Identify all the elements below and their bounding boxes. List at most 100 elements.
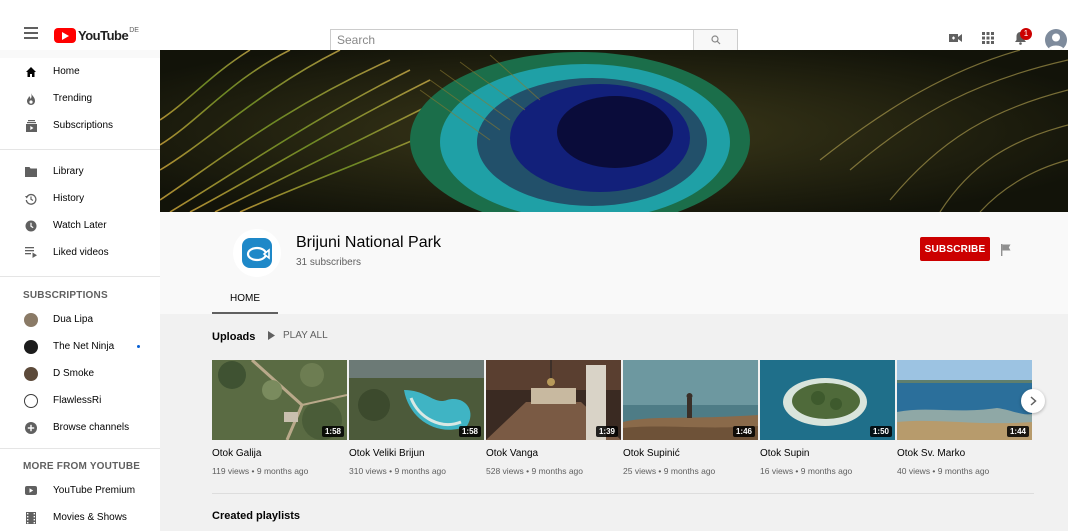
video-duration: 1:58 <box>458 426 481 437</box>
sidebar-item-trending[interactable]: Trending <box>0 85 160 112</box>
video-card[interactable]: 1:58 Otok Galija 119 views • 9 months ag… <box>212 360 347 476</box>
video-card[interactable]: 1:44 Otok Sv. Marko 40 views • 9 months … <box>897 360 1032 476</box>
video-title[interactable]: Otok Sv. Marko <box>897 448 1032 459</box>
subscriber-count: 31 subscribers <box>296 257 362 268</box>
created-playlists-heading[interactable]: Created playlists <box>212 510 300 522</box>
sidebar-item-liked-videos[interactable]: Liked videos <box>0 239 160 266</box>
chevron-right-icon <box>1030 396 1037 406</box>
video-thumbnail[interactable]: 1:44 <box>897 360 1032 440</box>
new-content-dot <box>137 345 140 348</box>
video-card[interactable]: 1:39 Otok Vanga 528 views • 9 months ago <box>486 360 621 476</box>
video-card[interactable]: 1:46 Otok Supinić 25 views • 9 months ag… <box>623 360 758 476</box>
sidebar-item-label: Watch Later <box>53 220 107 231</box>
video-duration: 1:39 <box>595 426 618 437</box>
sidebar-item-label: FlawlessRi <box>53 395 102 406</box>
play-all-button[interactable]: PLAY ALL <box>268 330 328 341</box>
film-icon <box>24 511 38 525</box>
video-title[interactable]: Otok Veliki Brijun <box>349 448 484 459</box>
video-thumbnail[interactable]: 1:58 <box>349 360 484 440</box>
video-duration: 1:46 <box>732 426 755 437</box>
notification-badge: 1 <box>1020 28 1032 40</box>
video-meta: 40 views • 9 months ago <box>897 466 990 476</box>
video-title[interactable]: Otok Supin <box>760 448 895 459</box>
avatar <box>24 312 38 327</box>
sidebar-item-label: Liked videos <box>53 247 109 258</box>
search-button[interactable] <box>693 30 737 50</box>
video-duration: 1:50 <box>869 426 892 437</box>
avatar <box>24 393 38 408</box>
sidebar-divider <box>0 448 160 449</box>
sidebar: Home Trending Subscriptions Library Hist… <box>0 58 160 531</box>
logo-region: DE <box>129 27 139 34</box>
sidebar-item-label: History <box>53 193 85 204</box>
sidebar-item-label: Home <box>53 66 80 77</box>
sidebar-item-youtube-premium[interactable]: YouTube Premium <box>0 477 160 504</box>
search-input[interactable] <box>331 30 693 50</box>
section-divider <box>212 493 1034 494</box>
youtube-logo[interactable]: YouTube DE <box>54 25 139 45</box>
avatar <box>24 366 38 381</box>
sidebar-item-label: YouTube Premium <box>53 485 136 496</box>
home-icon <box>24 65 38 79</box>
add-circle-icon <box>24 421 38 435</box>
sidebar-item-movies-shows[interactable]: Movies & Shows <box>0 504 160 531</box>
youtube-premium-icon <box>24 484 38 498</box>
video-meta: 25 views • 9 months ago <box>623 466 716 476</box>
search-icon <box>710 35 720 45</box>
video-meta: 16 views • 9 months ago <box>760 466 853 476</box>
channel-content: Uploads PLAY ALL 1:58 Otok Galija 119 vi… <box>160 314 1068 531</box>
folder-icon <box>24 165 38 179</box>
sidebar-item-watch-later[interactable]: Watch Later <box>0 212 160 239</box>
flag-icon[interactable] <box>1000 243 1012 256</box>
video-meta: 310 views • 9 months ago <box>349 466 447 476</box>
fire-icon <box>24 92 38 106</box>
video-meta: 119 views • 9 months ago <box>212 466 309 476</box>
video-card[interactable]: 1:50 Otok Supin 16 views • 9 months ago <box>760 360 895 476</box>
video-card[interactable]: 1:58 Otok Veliki Brijun 310 views • 9 mo… <box>349 360 484 476</box>
channel-avatar[interactable] <box>233 229 281 277</box>
sidebar-item-label: Dua Lipa <box>53 314 94 325</box>
history-icon <box>24 192 38 206</box>
sidebar-subscription-the-net-ninja[interactable]: The Net Ninja <box>0 333 160 360</box>
video-thumbnail[interactable]: 1:50 <box>760 360 895 440</box>
play-icon <box>268 331 275 340</box>
sidebar-item-label: Subscriptions <box>53 120 114 131</box>
video-title[interactable]: Otok Supinić <box>623 448 758 459</box>
sidebar-item-label: Library <box>53 166 84 177</box>
sidebar-item-history[interactable]: History <box>0 185 160 212</box>
create-video-icon[interactable] <box>948 30 964 46</box>
video-thumbnail[interactable]: 1:39 <box>486 360 621 440</box>
video-meta: 528 views • 9 months ago <box>486 466 584 476</box>
account-avatar[interactable] <box>1045 29 1067 51</box>
play-all-label: PLAY ALL <box>283 330 328 341</box>
channel-header: Brijuni National Park 31 subscribers SUB… <box>160 212 1068 314</box>
video-thumbnail[interactable]: 1:46 <box>623 360 758 440</box>
sidebar-subscription-dua-lipa[interactable]: Dua Lipa <box>0 306 160 333</box>
carousel-next-button[interactable] <box>1021 389 1045 413</box>
subscribe-button[interactable]: SUBSCRIBE <box>920 237 990 261</box>
video-title[interactable]: Otok Galija <box>212 448 347 459</box>
sidebar-item-library[interactable]: Library <box>0 158 160 185</box>
video-thumbnail[interactable]: 1:58 <box>212 360 347 440</box>
clock-icon <box>24 219 38 233</box>
subscriptions-icon <box>24 119 38 133</box>
sidebar-item-subscriptions[interactable]: Subscriptions <box>0 112 160 139</box>
apps-grid-icon[interactable] <box>980 30 996 46</box>
sidebar-item-label: Browse channels <box>53 422 130 433</box>
sidebar-item-browse-channels[interactable]: Browse channels <box>0 414 160 441</box>
sidebar-item-label: Trending <box>53 93 93 104</box>
sidebar-divider <box>0 149 160 150</box>
sidebar-subscription-flawlessri[interactable]: FlawlessRi <box>0 387 160 414</box>
sidebar-subscription-d-smoke[interactable]: D Smoke <box>0 360 160 387</box>
tab-home[interactable]: HOME <box>212 284 278 314</box>
sidebar-item-label: Movies & Shows <box>53 512 127 523</box>
uploads-heading[interactable]: Uploads <box>212 331 255 343</box>
subscriptions-heading: SUBSCRIPTIONS <box>23 290 108 301</box>
playlist-icon <box>24 246 38 260</box>
menu-icon[interactable] <box>24 27 38 39</box>
sidebar-item-label: D Smoke <box>53 368 95 379</box>
video-duration: 1:58 <box>321 426 344 437</box>
sidebar-item-home[interactable]: Home <box>0 58 160 85</box>
video-title[interactable]: Otok Vanga <box>486 448 621 459</box>
masthead: YouTube DE 1 <box>0 0 1068 51</box>
